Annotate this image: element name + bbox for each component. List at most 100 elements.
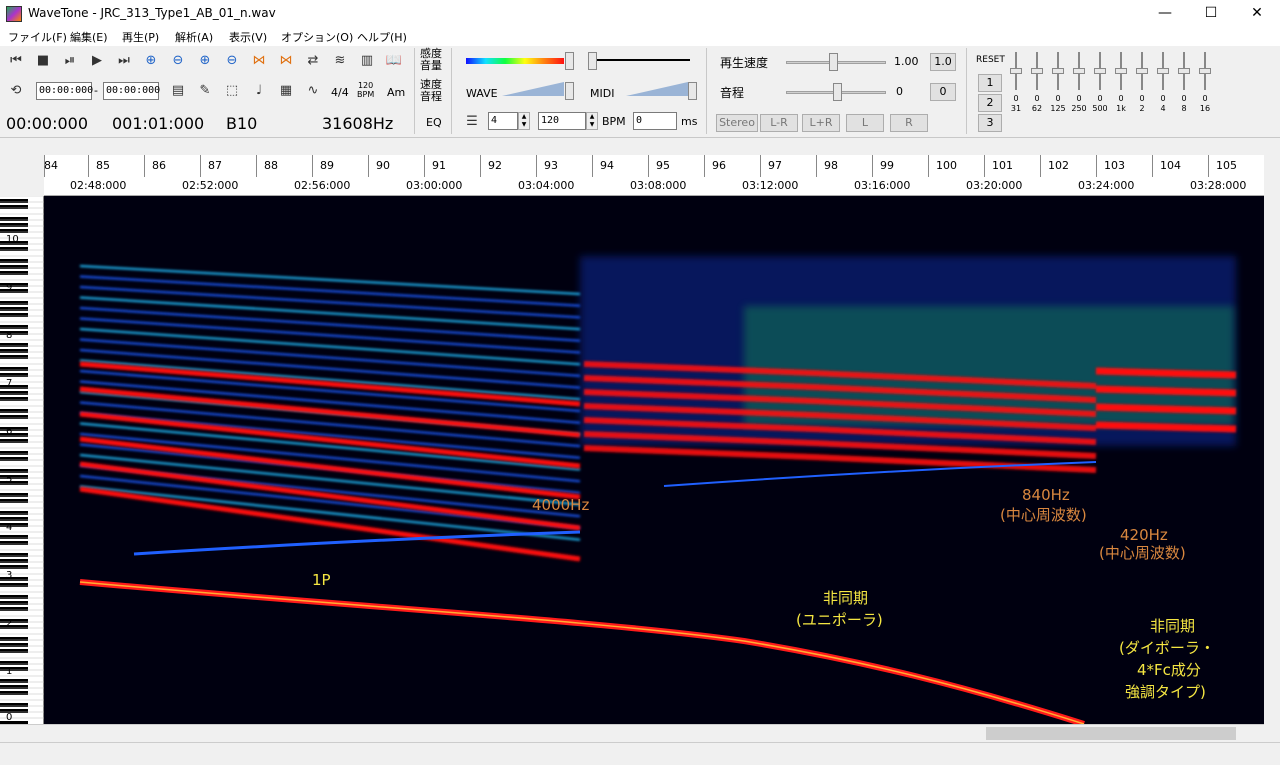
fast-forward-icon[interactable]: ⏭ [114, 52, 134, 70]
menu-file[interactable]: ファイル(F) [8, 29, 67, 45]
menu-play[interactable]: 再生(P) [122, 29, 159, 45]
maximize-button[interactable]: ☐ [1188, 0, 1234, 28]
vertical-scrollbar[interactable] [1264, 138, 1280, 724]
zoom-in-vertical-icon[interactable]: ⊕ [195, 52, 215, 70]
beat-spinner[interactable]: ▲ ▼ [518, 112, 530, 130]
black-key [0, 691, 28, 695]
spectrum-icon[interactable]: ▥ [357, 52, 377, 70]
menu-help[interactable]: ヘルプ(H) [357, 29, 407, 45]
swap-icon[interactable]: ⇄ [303, 52, 323, 70]
stereo-button[interactable]: Stereo [716, 114, 758, 132]
black-key [0, 625, 28, 629]
black-key [0, 703, 28, 707]
zoom-in-horizontal-icon[interactable]: ⊕ [141, 52, 161, 70]
waveform-icon[interactable]: ≋ [330, 52, 350, 70]
playback-speed-reset-button[interactable]: 1.0 [930, 53, 956, 71]
pitch-thumb[interactable] [833, 83, 842, 101]
eq-band-2k[interactable]: 02 [1136, 52, 1148, 132]
pen-icon[interactable]: ✎ [195, 82, 215, 100]
black-key [0, 583, 28, 587]
midi-volume-wedge[interactable] [626, 82, 688, 96]
eq-preset-3-button[interactable]: 3 [978, 114, 1002, 132]
l-plus-r-button[interactable]: L+R [802, 114, 840, 132]
time-end-field[interactable]: 00:00:000 [103, 82, 160, 100]
octave-label: 1 [6, 666, 13, 677]
menu-view[interactable]: 表示(V) [229, 29, 267, 45]
eq-band-62[interactable]: 0 62 [1031, 52, 1043, 132]
pitch-label: 音程 [720, 86, 745, 100]
beat-field[interactable]: 4 [488, 112, 518, 130]
color-scale-bar [466, 58, 564, 64]
volume-slider-track[interactable] [590, 59, 690, 61]
black-key [0, 517, 28, 521]
chord-icon[interactable]: Am [387, 86, 405, 99]
grid-icon[interactable]: ▦ [276, 82, 296, 100]
timeline-ruler[interactable]: 84 85 86 87 88 89 90 91 92 93 94 95 96 9… [44, 155, 1264, 196]
eq-band-250[interactable]: 0 250 [1071, 52, 1087, 132]
l-minus-r-button[interactable]: L-R [760, 114, 798, 132]
octave-label: 4 [6, 522, 13, 533]
menu-options[interactable]: オプション(O) [281, 29, 353, 45]
time-start-field[interactable]: 00:00:000 [36, 82, 93, 100]
eq-band-125[interactable]: 0 125 [1050, 52, 1066, 132]
speed-pitch-label: 速度 音程 [420, 78, 442, 103]
tempo-sig-icon[interactable]: 4/4 [331, 86, 349, 99]
stop-icon[interactable]: ■ [33, 52, 53, 70]
loop-icon[interactable]: ⟲ [6, 82, 26, 100]
right-channel-button[interactable]: R [890, 114, 928, 132]
noise-band [1095, 421, 1237, 433]
black-key [0, 271, 28, 275]
play-icon[interactable]: ▶ [87, 52, 107, 70]
book-icon[interactable]: 📖 [384, 52, 404, 70]
bpm-spinner[interactable]: ▲ ▼ [586, 112, 598, 130]
ms-field[interactable]: 0 [633, 112, 677, 130]
zoom-out-vertical-icon[interactable]: ⊖ [222, 52, 242, 70]
black-key [0, 259, 28, 263]
eq-reset-button[interactable]: RESET [976, 55, 1005, 65]
midi-volume-thumb[interactable] [688, 82, 697, 100]
eq-preset-2-button[interactable]: 2 [978, 94, 1002, 112]
bpm-icon[interactable]: 120 BPM [357, 81, 374, 99]
minimize-button[interactable]: — [1142, 0, 1188, 28]
eq-preset-1-button[interactable]: 1 [978, 74, 1002, 92]
app-icon [6, 6, 22, 22]
black-key [0, 619, 28, 623]
left-channel-button[interactable]: L [846, 114, 884, 132]
eq-band-4k[interactable]: 04 [1157, 52, 1169, 132]
eq-band-16k[interactable]: 0 16 [1199, 52, 1211, 132]
wave-volume-thumb[interactable] [565, 82, 574, 100]
eq-band-8k[interactable]: 08 [1178, 52, 1190, 132]
rewind-icon[interactable]: ⏮ [6, 52, 26, 70]
frequency-readout: 31608Hz [322, 114, 394, 133]
black-key [0, 367, 28, 371]
layout-icon[interactable]: ▤ [168, 82, 188, 100]
close-button[interactable]: ✕ [1234, 0, 1280, 28]
volume-thumb[interactable] [588, 52, 597, 70]
bpm-field[interactable]: 120 [538, 112, 586, 130]
horizontal-scrollbar[interactable] [0, 724, 1264, 741]
playback-speed-thumb[interactable] [829, 53, 838, 71]
note-icon[interactable]: ♩ [249, 82, 269, 100]
eq-band-500[interactable]: 0 500 [1092, 52, 1108, 132]
eq-band-1k[interactable]: 0 1k [1115, 52, 1127, 132]
select-rect-icon[interactable]: ⬚ [222, 82, 242, 100]
pitch-reset-button[interactable]: 0 [930, 83, 956, 101]
expand-horizontal-icon[interactable]: ⋈ [249, 52, 269, 70]
zoom-out-horizontal-icon[interactable]: ⊖ [168, 52, 188, 70]
curve-icon[interactable]: ∿ [303, 82, 323, 100]
compress-horizontal-icon[interactable]: ⋈ [276, 52, 296, 70]
menu-edit[interactable]: 編集(E) [70, 29, 108, 45]
measure-label: 95 [656, 159, 670, 172]
annotation-unipolar: (ユニポーラ) [796, 611, 883, 629]
spectrogram-view[interactable]: 4000Hz 840Hz (中心周波数) 420Hz (中心周波数) 1P 非同… [44, 196, 1264, 724]
annotation-dipolar: (ダイポーラ・ [1119, 639, 1215, 657]
wave-volume-wedge[interactable] [502, 82, 564, 96]
pause-play-icon[interactable]: ⏯ [60, 52, 80, 70]
black-key [0, 535, 28, 539]
menu-analyze[interactable]: 解析(A) [175, 29, 213, 45]
piano-keyboard[interactable]: 10 9 8 7 6 5 4 3 2 1 0 [0, 196, 44, 724]
sensitivity-thumb[interactable] [565, 52, 574, 70]
horizontal-scroll-thumb[interactable] [986, 727, 1236, 740]
eq-band-31[interactable]: 0 31 [1010, 52, 1022, 132]
measure-label: 91 [432, 159, 446, 172]
